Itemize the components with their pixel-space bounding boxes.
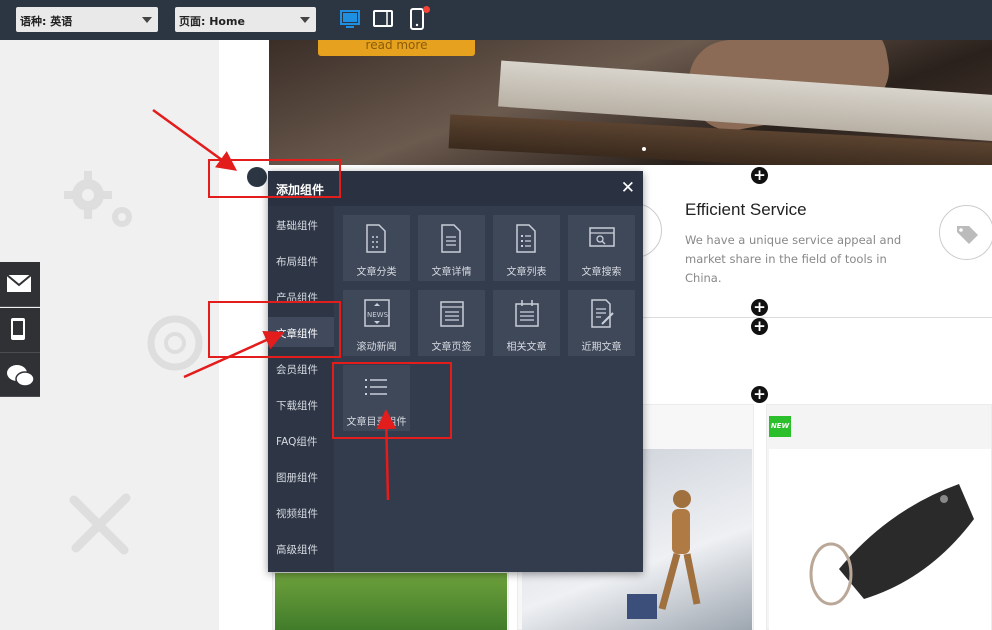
doc-dots-icon bbox=[366, 224, 386, 253]
component-label: 文章详情 bbox=[431, 267, 472, 278]
component-article-list[interactable]: 文章列表 bbox=[493, 215, 560, 281]
slider-dot[interactable] bbox=[642, 147, 646, 151]
category-layout[interactable]: 布局组件 bbox=[268, 245, 334, 275]
product-card[interactable] bbox=[766, 404, 992, 630]
annotation-box-add-button bbox=[208, 159, 341, 198]
category-advanced[interactable]: 高级组件 bbox=[268, 533, 334, 563]
annotation-box-toc-component bbox=[332, 362, 452, 439]
hero-banner: read more bbox=[269, 40, 992, 165]
recent-doc-icon bbox=[591, 299, 614, 328]
add-section-button[interactable]: + bbox=[751, 167, 768, 184]
category-list: 基础组件 布局组件 产品组件 文章组件 会员组件 下载组件 FAQ组件 图册组件… bbox=[268, 206, 334, 572]
page-select[interactable]: 页面: Home bbox=[175, 7, 316, 32]
add-section-button[interactable]: + bbox=[751, 386, 768, 403]
mobile-view-button[interactable] bbox=[402, 5, 432, 33]
product-image-keyholder bbox=[769, 449, 991, 630]
chevron-down-icon bbox=[300, 17, 310, 23]
wechat-share-button[interactable] bbox=[0, 353, 40, 397]
category-video[interactable]: 视频组件 bbox=[268, 497, 334, 527]
component-label: 文章分类 bbox=[356, 267, 397, 278]
read-more-button[interactable]: read more bbox=[318, 40, 475, 56]
language-select[interactable]: 语种: 英语 bbox=[16, 7, 158, 32]
leather-keyholder-image bbox=[809, 484, 974, 606]
component-recent-articles[interactable]: 近期文章 bbox=[568, 290, 635, 356]
component-label: 近期文章 bbox=[581, 342, 622, 353]
product-image-people bbox=[275, 573, 507, 630]
tablet-icon bbox=[373, 10, 393, 27]
component-label: 文章搜索 bbox=[581, 267, 622, 278]
component-label: 文章页签 bbox=[431, 342, 472, 353]
service-text: We have a unique service appeal and mark… bbox=[685, 233, 902, 285]
component-article-detail[interactable]: 文章详情 bbox=[418, 215, 485, 281]
envelope-icon bbox=[6, 274, 32, 292]
page-select-label: 页面: Home bbox=[179, 15, 245, 28]
service-title: Efficient Service bbox=[685, 200, 807, 219]
add-section-button[interactable]: + bbox=[751, 318, 768, 335]
tag-icon-circle bbox=[939, 205, 992, 260]
gears-watermark-icon bbox=[64, 171, 132, 227]
component-label: 相关文章 bbox=[506, 342, 547, 353]
language-select-label: 语种: 英语 bbox=[20, 15, 73, 28]
news-icon: NEWS bbox=[364, 299, 390, 327]
tablet-view-button[interactable] bbox=[368, 5, 398, 33]
category-basic[interactable]: 基础组件 bbox=[268, 209, 334, 239]
wechat-icon bbox=[7, 365, 35, 387]
email-share-button[interactable] bbox=[0, 262, 40, 307]
related-doc-icon bbox=[515, 300, 539, 327]
component-label: 文章列表 bbox=[506, 267, 547, 278]
category-download[interactable]: 下载组件 bbox=[268, 389, 334, 419]
add-component-panel: 添加组件 ✕ 基础组件 布局组件 产品组件 文章组件 会员组件 下载组件 FAQ… bbox=[268, 171, 643, 572]
category-faq[interactable]: FAQ组件 bbox=[268, 425, 334, 455]
doc-lines-icon bbox=[441, 224, 461, 253]
category-album[interactable]: 图册组件 bbox=[268, 461, 334, 491]
doc-list-icon bbox=[516, 224, 536, 253]
tag-icon bbox=[957, 226, 978, 244]
tools-watermark-icon bbox=[69, 493, 131, 555]
component-article-search[interactable]: 文章搜索 bbox=[568, 215, 635, 281]
add-section-button[interactable]: + bbox=[751, 299, 768, 316]
new-badge: NEW bbox=[769, 416, 791, 437]
desktop-view-button[interactable] bbox=[335, 5, 365, 33]
svg-text:NEWS: NEWS bbox=[367, 311, 389, 319]
mobile-share-button[interactable] bbox=[0, 308, 40, 353]
component-related-articles[interactable]: 相关文章 bbox=[493, 290, 560, 356]
phone-icon bbox=[11, 318, 25, 340]
search-box-icon bbox=[589, 227, 615, 247]
close-icon[interactable]: ✕ bbox=[621, 178, 635, 198]
component-article-category[interactable]: 文章分类 bbox=[343, 215, 410, 281]
chevron-down-icon bbox=[142, 17, 152, 23]
component-scrolling-news[interactable]: NEWS 滚动新闻 bbox=[343, 290, 410, 356]
component-article-tabs[interactable]: 文章页签 bbox=[418, 290, 485, 356]
notification-dot bbox=[423, 6, 430, 13]
annotation-box-article-category bbox=[208, 301, 341, 358]
top-toolbar: 语种: 英语 页面: Home bbox=[0, 0, 992, 40]
component-label: 滚动新闻 bbox=[356, 342, 397, 353]
tab-doc-icon bbox=[440, 301, 464, 327]
desktop-icon bbox=[340, 10, 360, 28]
gear-watermark-icon bbox=[147, 315, 203, 371]
